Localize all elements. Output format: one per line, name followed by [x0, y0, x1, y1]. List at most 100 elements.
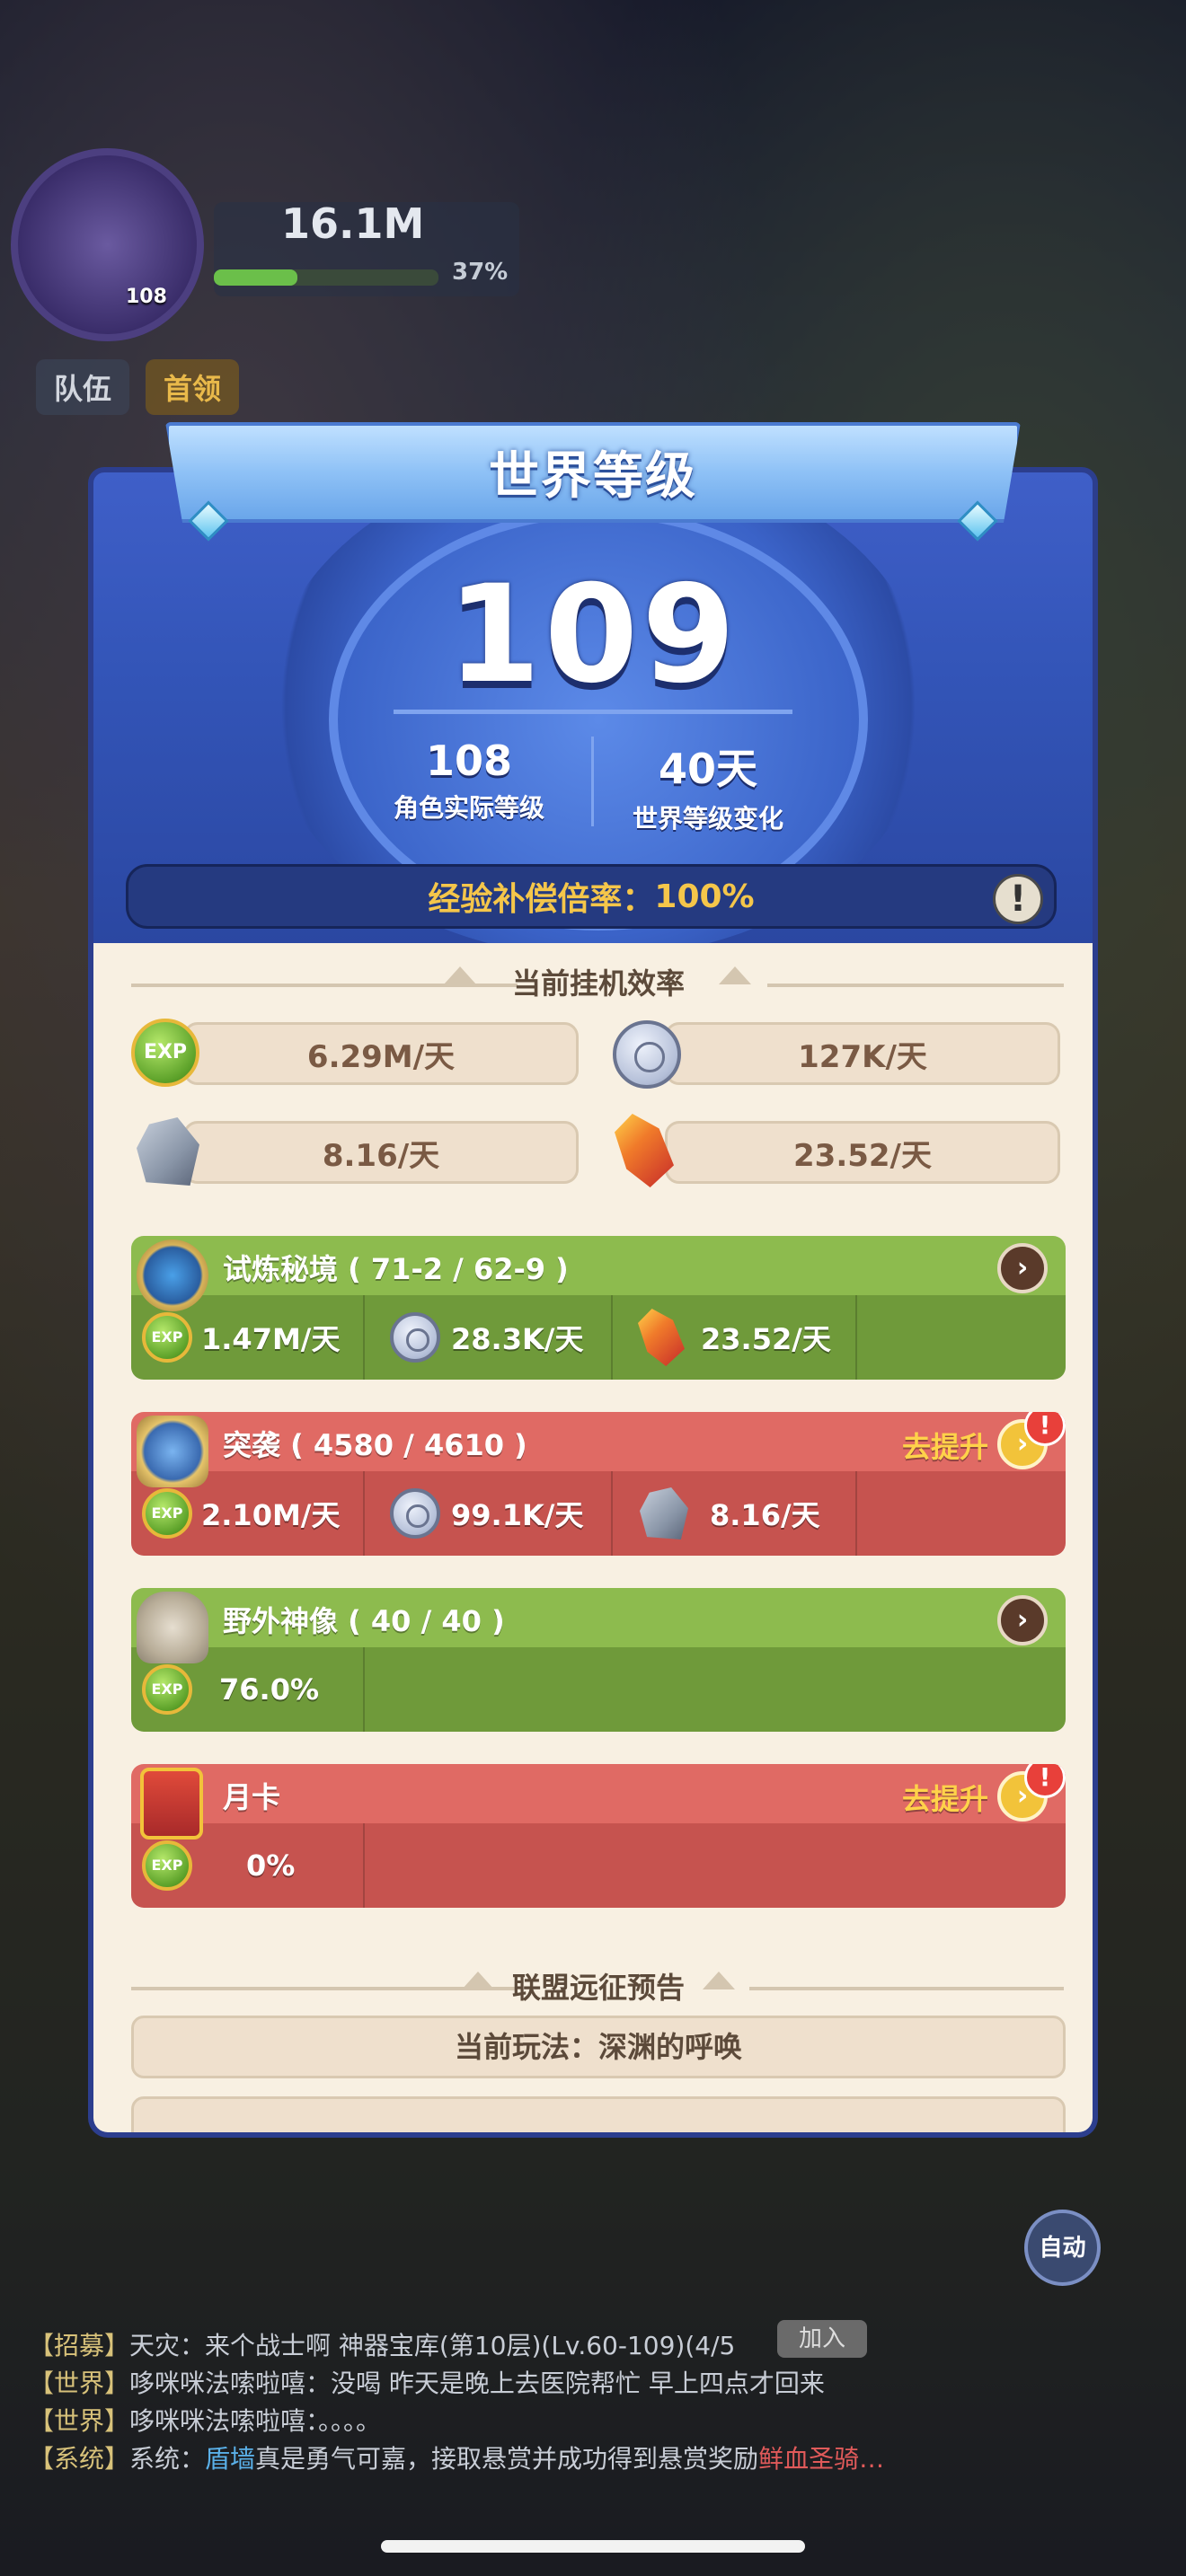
- chat-reward-name: 鲜血圣骑…: [758, 2444, 885, 2474]
- level-change-value: 40天: [658, 745, 757, 793]
- crystal-value: 23.52/天: [701, 1322, 831, 1356]
- chat-channel: 【招募】: [29, 2331, 130, 2360]
- coin-cell: 28.3K/天: [365, 1295, 613, 1380]
- crystal-rate-pill: 23.52/天: [665, 1121, 1060, 1184]
- source-name: 野外神像 ( 40 / 40 ): [223, 1604, 505, 1638]
- chat-user: 系统：: [129, 2444, 206, 2474]
- exp-bonus-value: 76.0%: [219, 1672, 320, 1707]
- crystal-rate-value: 23.52/天: [793, 1137, 932, 1174]
- section-divider-right: [767, 984, 1064, 987]
- coin-icon: [613, 1020, 681, 1089]
- improve-link[interactable]: 去提升: [902, 1777, 988, 1818]
- efficiency-title: 当前挂机效率: [511, 966, 685, 1001]
- source-card-monthly[interactable]: 月卡 去提升 › ! EXP 0%: [131, 1764, 1066, 1908]
- world-level-value: 109: [447, 557, 739, 713]
- exp-icon: EXP: [142, 1840, 192, 1891]
- crystal-icon: [638, 1309, 685, 1366]
- source-card-raid[interactable]: 突袭 ( 4580 / 4610 ) 去提升 › ! EXP 2.10M/天 9…: [131, 1412, 1066, 1556]
- exp-rate-pill: 6.29M/天: [183, 1022, 579, 1085]
- join-button[interactable]: 加入: [777, 2320, 867, 2358]
- power-progress-fill: [214, 269, 297, 286]
- coin-icon: [390, 1488, 440, 1539]
- chat-channel: 【世界】: [29, 2369, 130, 2398]
- exp-icon: EXP: [142, 1312, 192, 1363]
- trial-realm-icon: [137, 1239, 208, 1311]
- coin-rate-pill: 127K/天: [665, 1022, 1060, 1085]
- triangle-icon: [719, 966, 751, 984]
- level-change-stat: 40天 世界等级变化: [573, 737, 843, 835]
- chat-text: 。。。。: [318, 2406, 382, 2436]
- world-level-modal: 世界等级 109 108 角色实际等级 40天 世界等级变化 经验补偿倍率： 1…: [88, 422, 1098, 2139]
- coin-icon: [390, 1312, 440, 1363]
- exp-icon: EXP: [131, 1019, 199, 1087]
- current-play-pill: 当前玩法：深渊的呼唤: [131, 2016, 1066, 2078]
- power-percent: 37%: [452, 259, 509, 286]
- chat-user: 哆咪咪法嗦啦嘻：: [129, 2406, 319, 2436]
- chat-text: 真是勇气可嘉，接取悬赏并成功得到悬赏奖励: [255, 2444, 759, 2474]
- info-icon[interactable]: !: [993, 874, 1043, 924]
- go-arrow-button[interactable]: ›: [997, 1595, 1048, 1645]
- efficiency-panel: 当前挂机效率 6.29M/天 EXP 127K/天 8.16/天 23.52/天…: [88, 943, 1098, 2138]
- chat-line: 【系统】系统：盾墙真是勇气可嘉，接取悬赏并成功得到悬赏奖励鲜血圣骑…: [29, 2439, 884, 2475]
- auto-button[interactable]: 自动: [1024, 2210, 1101, 2286]
- crystal-icon: [615, 1114, 674, 1187]
- player-avatar[interactable]: [11, 148, 204, 341]
- level-divider: [394, 710, 792, 714]
- next-info-pill: [131, 2096, 1066, 2132]
- exp-rate-value: 6.29M/天: [306, 1038, 456, 1075]
- source-name: 试炼秘境 ( 71-2 / 62-9 ): [223, 1252, 569, 1286]
- actual-level-label: 角色实际等级: [393, 793, 544, 823]
- improve-link[interactable]: 去提升: [902, 1425, 988, 1466]
- section-divider-right: [749, 1987, 1064, 1990]
- chat-user: 天灾：: [129, 2331, 206, 2360]
- raid-icon: [137, 1416, 208, 1487]
- ore-rate-pill: 8.16/天: [183, 1121, 579, 1184]
- chat-text: 没喝 昨天是晚上去医院帮忙 早上四点才回来: [331, 2369, 825, 2398]
- actual-level-value: 108: [425, 737, 513, 785]
- tab-boss[interactable]: 首领: [146, 359, 240, 415]
- level-change-label: 世界等级变化: [632, 804, 783, 834]
- ore-cell: 8.16/天: [613, 1471, 857, 1556]
- modal-title: 世界等级: [489, 447, 697, 506]
- chat-player-name: 盾墙: [205, 2444, 256, 2474]
- exp-bonus-value: 0%: [246, 1848, 296, 1883]
- avatar-level: 108: [126, 286, 167, 308]
- exp-compensation-label: 经验补偿倍率：: [428, 881, 655, 918]
- ore-rate-value: 8.16/天: [322, 1137, 440, 1174]
- home-indicator[interactable]: [381, 2540, 805, 2553]
- coin-rate-value: 127K/天: [798, 1038, 927, 1075]
- power-progress-bar: [214, 269, 438, 286]
- chat-channel: 【世界】: [29, 2406, 130, 2436]
- chat-line: 【招募】天灾：来个战士啊 神器宝库(第10层)(Lv.60-109)(4/5: [29, 2326, 735, 2362]
- exp-icon: EXP: [142, 1664, 192, 1715]
- tab-team[interactable]: 队伍: [36, 359, 130, 415]
- power-value: 16.1M: [281, 199, 425, 248]
- exp-compensation-value: 100%: [654, 878, 755, 915]
- ore-icon: [640, 1487, 688, 1539]
- ore-value: 8.16/天: [710, 1498, 820, 1532]
- actual-level-stat: 108 角色实际等级: [334, 737, 604, 825]
- source-name: 突袭 ( 4580 / 4610 ): [223, 1428, 527, 1462]
- exp-value: 1.47M/天: [201, 1322, 341, 1356]
- crystal-cell: 23.52/天: [613, 1295, 857, 1380]
- alliance-title: 联盟远征预告: [511, 1971, 685, 2005]
- exp-icon: EXP: [142, 1488, 192, 1539]
- coin-value: 28.3K/天: [451, 1322, 584, 1356]
- go-arrow-button[interactable]: ›: [997, 1243, 1048, 1293]
- chat-channel: 【系统】: [29, 2444, 130, 2474]
- chat-user: 哆咪咪法嗦啦嘻：: [129, 2369, 332, 2398]
- monthly-card-icon: [140, 1768, 203, 1839]
- triangle-icon: [703, 1972, 735, 1989]
- exp-value: 2.10M/天: [201, 1498, 341, 1532]
- source-card-statue[interactable]: 野外神像 ( 40 / 40 ) › EXP 76.0%: [131, 1588, 1066, 1732]
- statue-icon: [137, 1592, 208, 1663]
- source-name: 月卡: [223, 1780, 281, 1814]
- coin-value: 99.1K/天: [451, 1498, 584, 1532]
- team-tabs: 队伍 首领: [36, 359, 240, 415]
- source-card-trial[interactable]: 试炼秘境 ( 71-2 / 62-9 ) › EXP 1.47M/天 28.3K…: [131, 1236, 1066, 1380]
- exp-compensation-bar: 经验补偿倍率： 100% !: [126, 864, 1057, 929]
- chat-text: 来个战士啊 神器宝库(第10层)(Lv.60-109)(4/5: [205, 2331, 736, 2360]
- chat-line: 【世界】哆咪咪法嗦啦嘻：。。。。: [29, 2402, 381, 2438]
- coin-cell: 99.1K/天: [365, 1471, 613, 1556]
- chat-line: 【世界】哆咪咪法嗦啦嘻：没喝 昨天是晚上去医院帮忙 早上四点才回来: [29, 2364, 825, 2400]
